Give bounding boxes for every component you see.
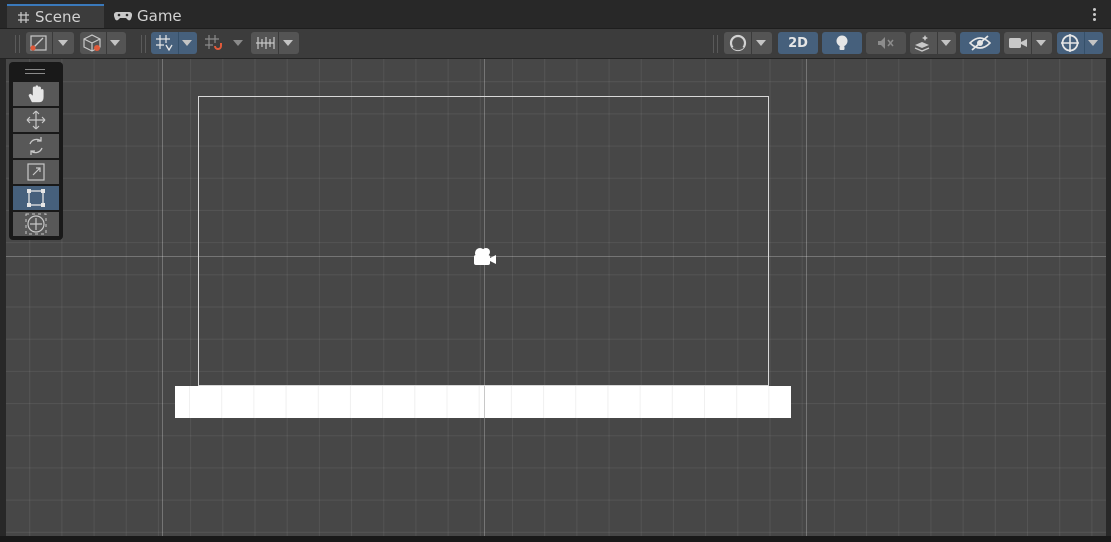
ruler-dropdown[interactable] xyxy=(251,32,299,54)
lighting-icon xyxy=(836,35,848,50)
ground-platform[interactable] xyxy=(175,386,791,418)
chevron-down-icon xyxy=(1088,40,1098,46)
move-tool[interactable] xyxy=(13,108,59,132)
shading-mode-icon xyxy=(729,34,747,52)
gizmos-icon xyxy=(1061,34,1079,52)
tab-game-label: Game xyxy=(137,7,182,25)
2d-toggle[interactable]: 2D xyxy=(778,32,818,54)
scale-tool[interactable] xyxy=(13,160,59,184)
tab-scene[interactable]: Scene xyxy=(7,4,104,28)
shading-mode-dropdown[interactable] xyxy=(724,32,772,54)
tools-overlay xyxy=(9,62,63,240)
toolbar-grip[interactable] xyxy=(141,35,146,53)
increment-snap-dropdown[interactable] xyxy=(201,32,247,54)
toolbar-grip[interactable] xyxy=(713,35,718,53)
effects-dropdown[interactable] xyxy=(910,32,956,54)
scale-icon xyxy=(27,163,45,181)
chevron-down-icon xyxy=(233,40,243,46)
lighting-toggle[interactable] xyxy=(822,32,862,54)
chevron-down-icon xyxy=(756,40,766,46)
grid-y-axis-segment xyxy=(484,386,485,418)
gizmos-dropdown[interactable] xyxy=(1057,32,1103,54)
hand-icon xyxy=(28,85,44,103)
grid-major-line xyxy=(162,59,163,536)
chevron-down-icon xyxy=(941,40,951,46)
audio-mute-icon xyxy=(878,37,894,49)
overlay-drag-handle[interactable] xyxy=(25,69,45,74)
camera-icon xyxy=(1009,38,1027,48)
scene-window: Scene Game 2D xyxy=(0,0,1111,542)
scene-toolbar: 2D xyxy=(0,29,1111,59)
component-tools-dropdown[interactable] xyxy=(80,32,126,54)
grid-snap-dropdown[interactable] xyxy=(151,32,197,54)
increment-snap-icon xyxy=(205,35,222,50)
ruler-icon xyxy=(256,37,275,49)
main-camera-bounds xyxy=(198,96,769,386)
move-icon xyxy=(26,110,46,130)
hand-tool[interactable] xyxy=(13,82,59,106)
chevron-down-icon xyxy=(182,40,192,46)
rect-tool[interactable] xyxy=(13,186,59,210)
camera-gizmo-icon[interactable] xyxy=(471,246,499,268)
tool-settings-icon xyxy=(30,35,47,51)
gamepad-icon xyxy=(114,11,132,21)
tab-bar: Scene Game xyxy=(0,0,1111,29)
audio-toggle[interactable] xyxy=(866,32,906,54)
scene-viewport[interactable] xyxy=(6,59,1106,536)
tool-settings-dropdown[interactable] xyxy=(26,32,74,54)
chevron-down-icon xyxy=(283,40,293,46)
grid-hash-icon xyxy=(18,11,29,23)
tab-scene-label: Scene xyxy=(35,8,81,26)
tab-game[interactable]: Game xyxy=(110,4,200,28)
component-tools-icon xyxy=(83,34,101,52)
more-options-icon[interactable] xyxy=(1093,8,1097,23)
chevron-down-icon xyxy=(58,40,68,46)
scene-visibility-toggle[interactable] xyxy=(960,32,1000,54)
rotate-icon xyxy=(29,137,43,155)
effects-icon xyxy=(914,35,930,52)
chevron-down-icon xyxy=(1036,40,1046,46)
toolbar-grip[interactable] xyxy=(15,35,20,53)
grid-snap-icon xyxy=(156,35,173,52)
transform-tool[interactable] xyxy=(13,212,59,236)
camera-settings-dropdown[interactable] xyxy=(1004,32,1052,54)
chevron-down-icon xyxy=(110,40,120,46)
rect-icon xyxy=(27,189,45,207)
window-bottom-border xyxy=(0,536,1111,542)
rotate-tool[interactable] xyxy=(13,134,59,158)
grid-major-line xyxy=(806,59,807,536)
2d-toggle-label: 2D xyxy=(788,35,808,51)
visibility-icon xyxy=(969,35,991,51)
transform-icon xyxy=(25,213,47,235)
